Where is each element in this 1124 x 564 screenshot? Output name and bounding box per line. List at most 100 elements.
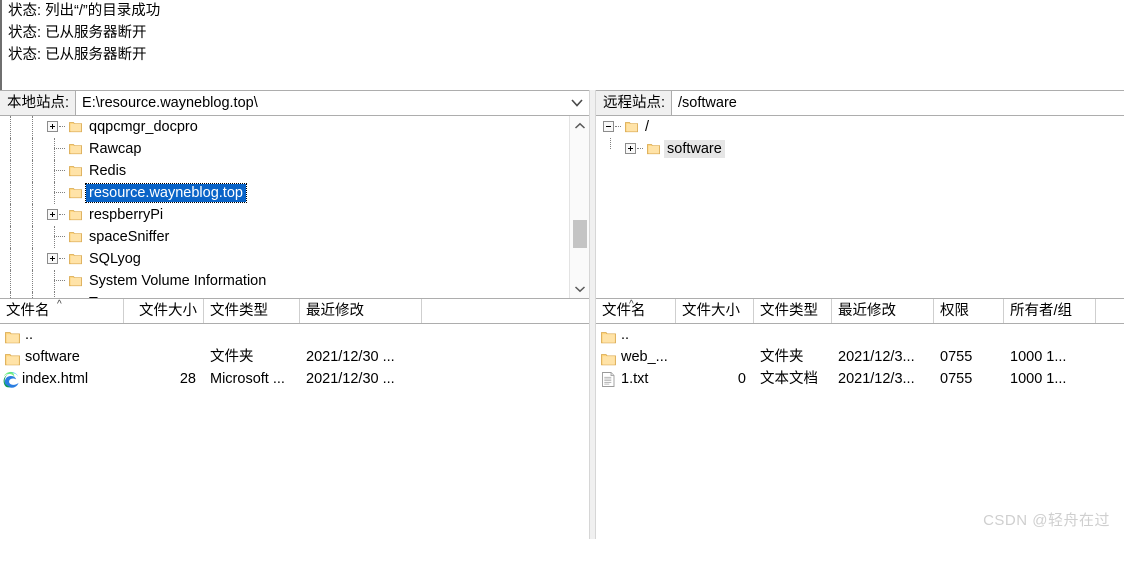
table-row[interactable]: .. <box>596 324 1124 346</box>
folder-icon <box>601 329 616 342</box>
cell-filename: web_... <box>596 346 676 368</box>
tree-guide <box>22 226 44 248</box>
folder-icon <box>66 182 86 204</box>
tree-leaf-connector <box>44 292 66 298</box>
tree-item[interactable]: System Volume Information <box>0 270 568 292</box>
remote-site-path-input[interactable]: /software <box>672 91 1124 115</box>
folder-icon <box>622 116 642 138</box>
remote-directory-tree[interactable]: / software <box>596 116 1124 299</box>
cell-filename-text: software <box>25 346 80 368</box>
column-header-label: 最近修改 <box>838 303 896 319</box>
tree-guide <box>0 182 22 204</box>
table-row[interactable]: index.html 28 Microsoft ... 2021/12/30 .… <box>0 368 590 390</box>
cell-filename: index.html <box>0 368 124 390</box>
cell-filename: software <box>0 346 124 368</box>
column-header-filler[interactable] <box>1096 299 1124 323</box>
tree-item-label: resource.wayneblog.top <box>86 184 246 202</box>
table-row[interactable]: .. <box>0 324 590 346</box>
message-log-panel[interactable]: 状态: 列出“/”的目录成功 状态: 已从服务器断开 状态: 已从服务器断开 <box>0 0 1124 90</box>
tree-item-selected[interactable]: software <box>596 138 1124 160</box>
tree-collapse-toggle[interactable] <box>600 116 622 138</box>
column-header-filetype[interactable]: 文件类型 <box>204 299 300 323</box>
tree-guide <box>0 116 22 138</box>
local-file-list[interactable]: 文件名 ^ 文件大小 文件类型 最近修改 .. <box>0 299 590 564</box>
folder-icon <box>66 292 86 298</box>
tree-item-label: respberryPi <box>86 206 166 224</box>
column-header-modified[interactable]: 最近修改 <box>832 299 934 323</box>
column-header-label: 文件名 <box>6 303 50 319</box>
log-row: 状态: 已从服务器断开 <box>2 22 1124 44</box>
cell-owner-group: 1000 1... <box>1004 368 1096 390</box>
tree-item-label: Rawcap <box>86 140 144 158</box>
local-site-path-input[interactable]: E:\resource.wayneblog.top\ <box>76 91 564 115</box>
cell-filesize: 0 <box>676 368 754 390</box>
column-header-label: 文件名 <box>602 303 646 319</box>
local-pane: 本地站点: E:\resource.wayneblog.top\ qqpcmgr… <box>0 90 590 539</box>
column-header-filename[interactable]: 文件名 ^ <box>596 299 676 323</box>
cell-owner-group: 1000 1... <box>1004 346 1096 368</box>
column-header-label: 最近修改 <box>306 303 364 319</box>
chevron-down-icon[interactable] <box>564 91 590 115</box>
local-directory-tree[interactable]: qqpcmgr_docpro Rawcap Redis <box>0 116 590 299</box>
tree-item[interactable]: / <box>596 116 1124 138</box>
tree-guide <box>22 182 44 204</box>
column-header-filetype[interactable]: 文件类型 <box>754 299 832 323</box>
column-header-filename[interactable]: 文件名 ^ <box>0 299 124 323</box>
text-file-icon <box>602 372 615 387</box>
log-prefix: 状态: <box>8 25 41 41</box>
column-header-filesize[interactable]: 文件大小 <box>124 299 204 323</box>
tree-guide <box>0 270 22 292</box>
tree-expand-toggle[interactable] <box>622 138 644 160</box>
tree-item-label: spaceSniffer <box>86 228 172 246</box>
folder-icon <box>66 226 86 248</box>
tree-guide <box>22 160 44 182</box>
folder-icon <box>66 116 86 138</box>
tree-item[interactable]: Rawcap <box>0 138 568 160</box>
remote-site-bar: 远程站点: /software <box>596 90 1124 116</box>
column-header-filler[interactable] <box>422 299 590 323</box>
cell-permissions: 0755 <box>934 346 1004 368</box>
log-message: 已从服务器断开 <box>45 47 147 63</box>
tree-expand-toggle[interactable] <box>44 204 66 226</box>
tree-item[interactable]: qqpcmgr_docpro <box>0 116 568 138</box>
tree-item-clipped[interactable]: T <box>0 292 568 298</box>
tree-expand-toggle[interactable] <box>44 116 66 138</box>
tree-item[interactable]: Redis <box>0 160 568 182</box>
column-header-modified[interactable]: 最近修改 <box>300 299 422 323</box>
tree-leaf-connector <box>44 138 66 160</box>
cell-filetype: Microsoft ... <box>204 368 300 390</box>
column-header-label: 文件大小 <box>139 303 197 319</box>
chevron-down-icon[interactable] <box>570 279 590 298</box>
cell-permissions: 0755 <box>934 368 1004 390</box>
column-header-owner-group[interactable]: 所有者/组 <box>1004 299 1096 323</box>
chevron-up-icon[interactable] <box>570 116 590 135</box>
column-header-filesize[interactable]: 文件大小 <box>676 299 754 323</box>
local-site-bar: 本地站点: E:\resource.wayneblog.top\ <box>0 90 590 116</box>
tree-guide <box>22 292 44 298</box>
column-header-label: 文件大小 <box>682 303 740 319</box>
tree-item-selected[interactable]: resource.wayneblog.top <box>0 182 568 204</box>
scrollbar-thumb[interactable] <box>573 220 587 248</box>
cell-filename-text: 1.txt <box>621 368 648 390</box>
sort-ascending-icon: ^ <box>629 300 634 310</box>
folder-icon <box>66 248 86 270</box>
column-header-permissions[interactable]: 权限 <box>934 299 1004 323</box>
pane-splitter[interactable] <box>589 90 596 539</box>
table-row[interactable]: 1.txt 0 文本文档 2021/12/3... 0755 1000 1... <box>596 368 1124 390</box>
tree-item[interactable]: spaceSniffer <box>0 226 568 248</box>
cell-filetype: 文件夹 <box>754 346 832 368</box>
table-row[interactable]: web_... 文件夹 2021/12/3... 0755 1000 1... <box>596 346 1124 368</box>
local-tree-scrollbar[interactable] <box>569 116 590 298</box>
log-message: 列出“/”的目录成功 <box>45 3 160 19</box>
csdn-watermark: CSDN @轻舟在过 <box>983 509 1110 530</box>
tree-item[interactable]: respberryPi <box>0 204 568 226</box>
local-file-list-header[interactable]: 文件名 ^ 文件大小 文件类型 最近修改 <box>0 299 590 324</box>
cell-filesize: 28 <box>124 368 204 390</box>
table-row[interactable]: software 文件夹 2021/12/30 ... <box>0 346 590 368</box>
column-header-label: 文件类型 <box>760 303 818 319</box>
tree-item[interactable]: SQLyog <box>0 248 568 270</box>
cell-filename: 1.txt <box>596 368 676 390</box>
tree-item-label: / <box>642 118 652 136</box>
tree-expand-toggle[interactable] <box>44 248 66 270</box>
remote-file-list-header[interactable]: 文件名 ^ 文件大小 文件类型 最近修改 权限 所有者/组 <box>596 299 1124 324</box>
